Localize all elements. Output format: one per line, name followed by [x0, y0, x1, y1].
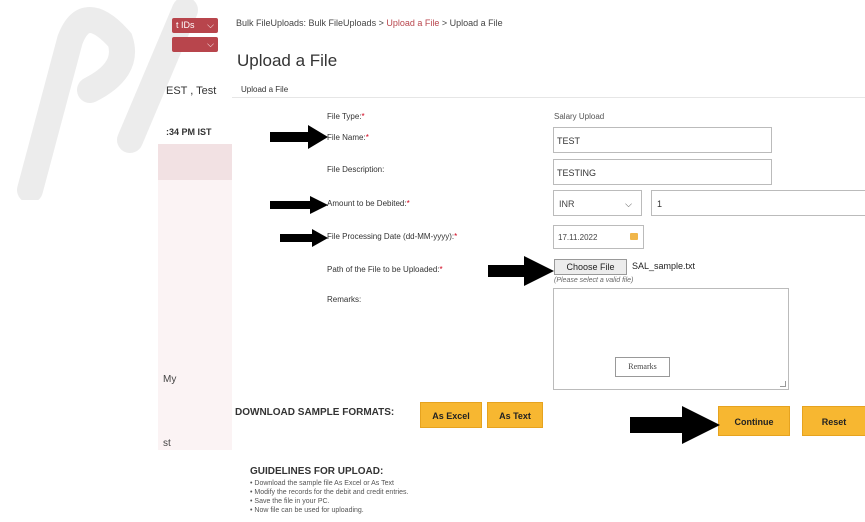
- guidelines-list: Download the sample file As Excel or As …: [250, 479, 409, 515]
- arrow-right-icon: [630, 406, 720, 444]
- guideline-item: Modify the records for the debit and cre…: [250, 488, 408, 497]
- continue-button[interactable]: Continue: [718, 406, 790, 436]
- currency-select[interactable]: INR ⌵: [553, 190, 642, 216]
- left-sidebar: t IDs ⌵ ⌵ EST , Test :34 PM IST My st: [0, 0, 232, 522]
- file-name-field[interactable]: TEST: [553, 127, 772, 153]
- guideline-item: Now file can be used for uploading.: [250, 506, 409, 515]
- calendar-icon[interactable]: [630, 233, 638, 240]
- file-description-field[interactable]: TESTING: [553, 159, 772, 185]
- divider: [232, 97, 865, 98]
- user-name: EST , Test: [166, 85, 217, 97]
- arrow-right-icon: [488, 256, 554, 286]
- file-type-value: Salary Upload: [554, 112, 605, 121]
- as-excel-button[interactable]: As Excel: [420, 402, 482, 428]
- file-name-label: File Name:*: [327, 133, 369, 142]
- guideline-item: Save the file in your PC.: [250, 497, 409, 506]
- breadcrumb-link[interactable]: Upload a File: [386, 18, 439, 28]
- sidebar-item-st[interactable]: st: [163, 438, 171, 449]
- as-text-button[interactable]: As Text: [487, 402, 543, 428]
- chevron-down-icon: ⌵: [207, 39, 214, 49]
- id-select-label: t IDs: [176, 20, 195, 30]
- reset-button[interactable]: Reset: [802, 406, 865, 436]
- sidebar-menu-active[interactable]: [158, 144, 232, 180]
- amount-field[interactable]: 1: [651, 190, 865, 216]
- processing-date-label: File Processing Date (dd-MM-yyyy):*: [327, 232, 458, 241]
- breadcrumb-current: > Upload a File: [441, 18, 503, 28]
- remarks-textarea[interactable]: [553, 288, 789, 390]
- id-select[interactable]: t IDs ⌵: [172, 18, 218, 33]
- secondary-select[interactable]: ⌵: [172, 37, 218, 52]
- arrow-right-icon: [270, 196, 328, 214]
- file-path-label: Path of the File to be Uploaded:*: [327, 265, 443, 274]
- currency-value: INR: [559, 199, 575, 209]
- chevron-down-icon: ⌵: [625, 199, 632, 209]
- arrow-right-icon: [270, 125, 328, 149]
- page-subtitle: Upload a File: [241, 85, 289, 94]
- download-sample-label: DOWNLOAD SAMPLE FORMATS:: [235, 407, 395, 418]
- file-hint: (Please select a valid file): [554, 277, 634, 284]
- arrow-right-icon: [280, 229, 328, 247]
- amount-label: Amount to be Debited:*: [327, 199, 410, 208]
- file-description-label: File Description:: [327, 165, 385, 174]
- breadcrumb: Bulk FileUploads: Bulk FileUploads > Upl…: [236, 18, 503, 28]
- chevron-down-icon: ⌵: [207, 20, 214, 30]
- guidelines-heading: GUIDELINES FOR UPLOAD:: [250, 466, 384, 477]
- sidebar-item-my[interactable]: My: [163, 374, 176, 385]
- chosen-file-name: SAL_sample.txt: [632, 261, 696, 271]
- page-title: Upload a File: [237, 51, 338, 70]
- remarks-button[interactable]: Remarks: [615, 357, 670, 377]
- login-time: :34 PM IST: [166, 127, 212, 137]
- remarks-label: Remarks:: [327, 295, 362, 304]
- choose-file-button[interactable]: Choose File: [554, 259, 627, 275]
- breadcrumb-root[interactable]: Bulk FileUploads: Bulk FileUploads >: [236, 18, 384, 28]
- guideline-item: Download the sample file As Excel or As …: [250, 479, 409, 488]
- file-type-label: File Type:*: [327, 112, 365, 121]
- resize-handle-icon[interactable]: [780, 381, 786, 387]
- sidebar-menu: [158, 144, 232, 450]
